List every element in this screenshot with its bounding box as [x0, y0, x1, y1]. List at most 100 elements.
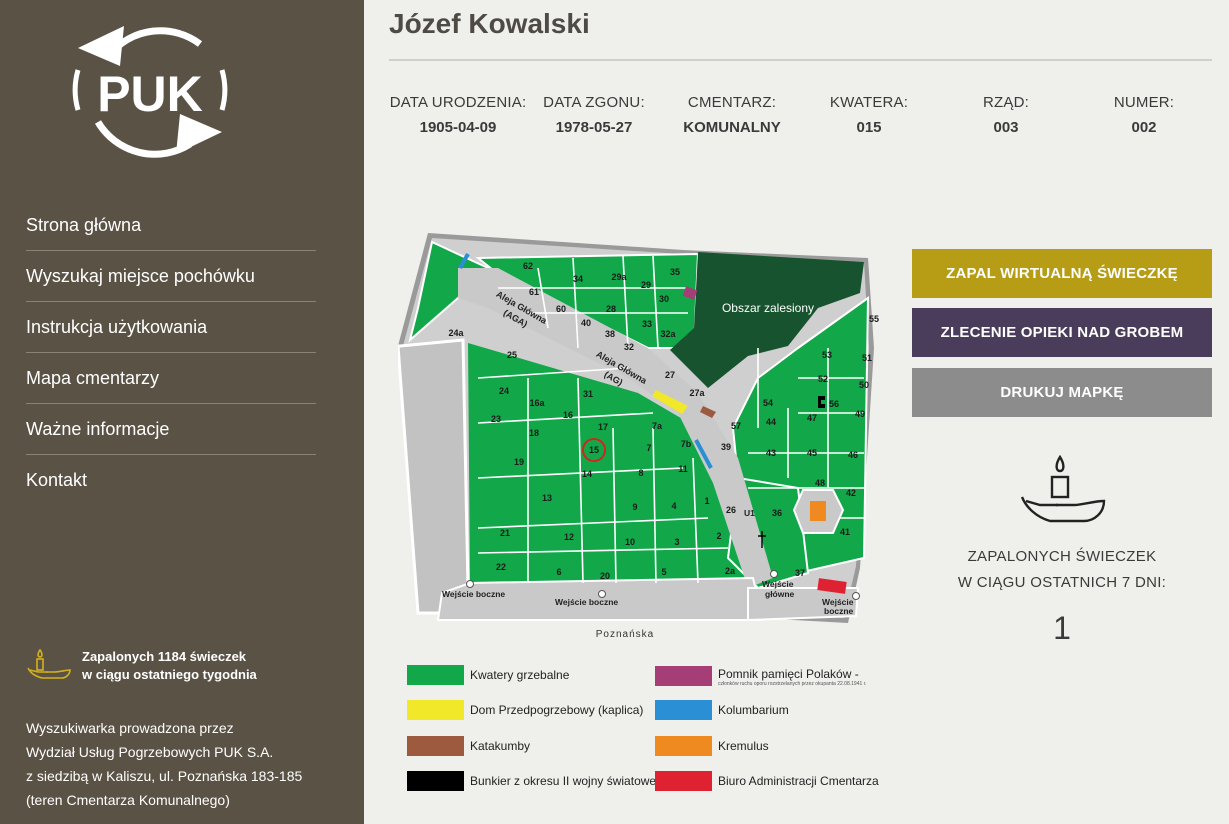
info-number: NUMER: 002	[1074, 94, 1214, 136]
nav-cemetery-map[interactable]: Mapa cmentarzy	[26, 353, 316, 404]
legend-swatch	[655, 700, 712, 720]
candle-hand-icon	[27, 648, 71, 679]
quarter-label: 7	[646, 443, 651, 453]
legend-swatch	[655, 666, 712, 686]
legend-swatch	[407, 665, 464, 685]
light-candle-button[interactable]: ZAPAL WIRTUALNĄ ŚWIECZKĘ	[912, 249, 1212, 298]
nav-home[interactable]: Strona główna	[26, 200, 316, 251]
info-death-date: DATA ZGONU: 1978-05-27	[524, 94, 664, 136]
quarter-label: 42	[846, 488, 856, 498]
candles-note-line1: Zapalonych 1184 świeczek	[82, 649, 247, 664]
legend-office: Biuro Administracji Cmentarza	[655, 771, 895, 791]
quarter-label: 2a	[725, 566, 736, 576]
info-quarter: KWATERA: 015	[799, 94, 939, 136]
footer-line: Wydział Usług Pogrzebowych PUK S.A.	[26, 744, 274, 760]
legend-crematorium: Kremulus	[655, 736, 895, 756]
info-cemetery: CMENTARZ: KOMUNALNY	[662, 94, 802, 136]
quarter-label: 4	[671, 501, 676, 511]
quarter-label: 27	[665, 370, 675, 380]
quarter-label: 52	[818, 374, 828, 384]
quarter-label: 46	[848, 450, 858, 460]
quarter-label: 24	[499, 386, 509, 396]
quarter-label: 35	[670, 267, 680, 277]
quarter-label: 55	[869, 314, 879, 324]
quarter-label: 9	[632, 502, 637, 512]
legend-swatch	[655, 736, 712, 756]
info-row: RZĄD: 003	[936, 94, 1076, 136]
cemetery-map[interactable]: Obszar zalesiony Aleja Główna (AGA) Alej…	[398, 228, 888, 643]
quarter-label: 48	[815, 478, 825, 488]
legend-monument: Pomnik pamięci Polaków - członków ruchu …	[655, 665, 895, 687]
quarter-label: 31	[583, 389, 593, 399]
legend-label: Kolumbarium	[718, 703, 789, 717]
quarter-label: 7a	[652, 421, 663, 431]
entrance-point	[466, 580, 474, 588]
info-label: RZĄD:	[983, 94, 1029, 111]
street-label: Poznańska	[596, 629, 654, 640]
entrance-side-2: Wejście boczne	[555, 597, 618, 607]
legend-columbarium: Kolumbarium	[655, 700, 895, 720]
legend-bunker: Bunkier z okresu II wojny światowej	[407, 771, 659, 791]
info-label: CMENTARZ:	[687, 94, 777, 111]
legend-catacombs: Katakumby	[407, 736, 647, 756]
quarter-label: 16	[563, 410, 573, 420]
legend-label: Kremulus	[718, 739, 769, 753]
quarter-label: 3	[674, 537, 679, 547]
info-birth-date: DATA URODZENIA: 1905-04-09	[388, 94, 528, 136]
nav-search-grave[interactable]: Wyszukaj miejsce pochówku	[26, 251, 316, 302]
quarter-label: 25	[507, 350, 517, 360]
quarter-label: 28	[606, 304, 616, 314]
entrance-main-1: Wejście	[762, 579, 794, 589]
quarter-label: 29	[641, 280, 651, 290]
info-value: 1978-05-27	[555, 119, 633, 136]
quarter-label: 8	[638, 468, 643, 478]
nav-contact[interactable]: Kontakt	[26, 455, 316, 506]
quarter-label: 33	[642, 319, 652, 329]
crematorium-marker	[810, 501, 826, 521]
u1-label: U1	[744, 508, 755, 518]
info-label: DATA ZGONU:	[543, 94, 645, 111]
nav-important-info[interactable]: Ważne informacje	[26, 404, 316, 455]
entrance-side-1: Wejście boczne	[442, 589, 505, 599]
candles-label-line1: ZAPALONYCH ŚWIECZEK	[967, 548, 1157, 565]
quarter-label: 2	[716, 531, 721, 541]
quarter-label: 19	[514, 457, 524, 467]
puk-logo[interactable]: PUK	[70, 14, 230, 166]
legend-swatch	[407, 736, 464, 756]
info-value: 1905-04-09	[419, 119, 497, 136]
info-value: KOMUNALNY	[683, 119, 781, 136]
entrance-side-3b: boczne	[824, 606, 854, 616]
quarter-label: 16a	[529, 398, 545, 408]
candles-note-line2: w ciągu ostatniego tygodnia	[82, 667, 257, 682]
quarter-label: 38	[605, 329, 615, 339]
info-value: 015	[856, 119, 882, 136]
quarter-label: 5	[661, 567, 666, 577]
legend-label: Bunkier z okresu II wojny światowej	[470, 774, 659, 788]
entrance-main-2: główne	[765, 589, 795, 599]
quarter-label: 47	[807, 413, 817, 423]
quarter-label: 56	[829, 399, 839, 409]
legend-chapel: Dom Przedpogrzebowy (kaplica)	[407, 700, 647, 720]
quarter-label: 1	[704, 496, 709, 506]
nav-instructions[interactable]: Instrukcja użytkowania	[26, 302, 316, 353]
entrance-point	[852, 592, 860, 600]
candles-week-note: Zapalonych 1184 świeczek w ciągu ostatni…	[26, 648, 257, 684]
legend-label: Dom Przedpogrzebowy (kaplica)	[470, 703, 644, 717]
quarter-label: 11	[678, 464, 688, 474]
title-divider	[389, 59, 1212, 61]
info-label: DATA URODZENIA:	[389, 94, 527, 111]
candle-hand-icon	[1020, 454, 1106, 523]
legend-swatch	[655, 771, 712, 791]
quarter-label: 20	[600, 571, 610, 581]
footer-line: z siedzibą w Kaliszu, ul. Poznańska 183-…	[26, 768, 303, 784]
quarter-label: 10	[625, 537, 635, 547]
quarter-label: 43	[766, 448, 776, 458]
legend-label: Kwatery grzebalne	[470, 668, 570, 682]
quarter-label: 23	[491, 414, 501, 424]
legend-swatch	[407, 700, 464, 720]
grave-care-button[interactable]: ZLECENIE OPIEKI NAD GROBEM	[912, 308, 1212, 357]
candles-count: 1	[1053, 610, 1071, 646]
print-map-button[interactable]: DRUKUJ MAPKĘ	[912, 368, 1212, 417]
legend-label: Katakumby	[470, 739, 531, 753]
quarter-label: 30	[659, 294, 669, 304]
